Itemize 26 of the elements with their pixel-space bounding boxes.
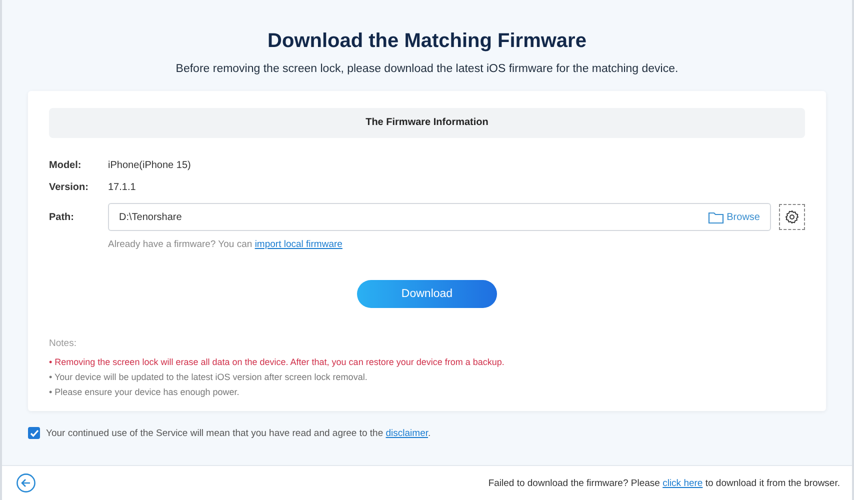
field-label: Model: [49,160,82,170]
note-text: • Your device will be updated to the latest iOS version after screen lock removal. [49,372,368,382]
agreement-checkbox[interactable] [28,427,40,439]
path-field[interactable]: D:\Tenorshare Browse [108,203,771,231]
note-text: • Removing the screen lock will erase all data on the device. After that, you can restore your device from a backup. [49,357,506,367]
folder-icon [708,210,724,224]
import-link[interactable]: import local firmware [254,239,342,250]
back-icon[interactable] [16,473,36,493]
field-label: Version: [49,182,90,192]
page-subtitle: Before removing the screen lock, please download the latest iOS firmware for the matching device. [174,63,680,75]
note-text: • Please ensure your device has enough power. [49,387,240,397]
footer-text: Failed to download the firmware? Please click here to download it from the browser. [488,478,840,488]
settings-button[interactable] [779,204,805,230]
settings-icon [785,210,799,224]
disclaimer-link[interactable]: disclaimer [386,428,428,438]
field-value: iPhone(iPhone 15) [108,160,191,170]
field-value: 17.1.1 [108,182,136,192]
section-header: The Firmware Information [49,108,805,138]
browse-button[interactable]: Browse [708,210,760,224]
agreement-text: Your continued use of the Service will mean that you have read and agree to the disclaimer. [46,428,431,438]
field-label: Path: [49,212,75,222]
download-button[interactable]: Download [357,280,497,308]
notes-heading: Notes: [49,338,78,349]
click-here-link[interactable]: click here [662,478,703,488]
import-hint: Already have a firmware? You can import local firmware [108,239,344,250]
page-title: Download the Matching Firmware [266,29,588,54]
